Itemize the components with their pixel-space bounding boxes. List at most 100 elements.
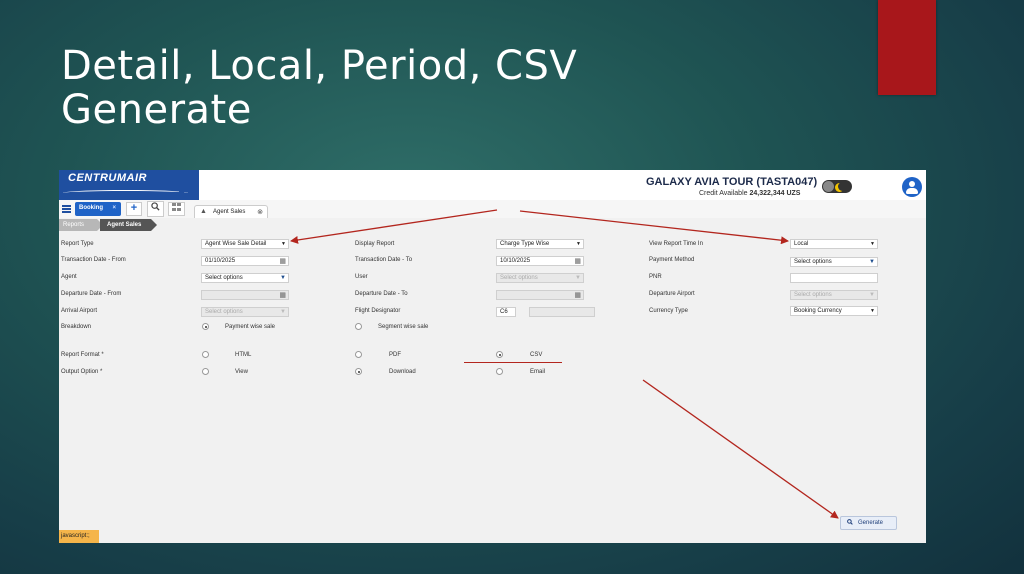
- booking-close-icon[interactable]: ×: [112, 205, 116, 211]
- dep-airport-select[interactable]: Select options ▼: [790, 290, 878, 300]
- flight-designator-code[interactable]: C6: [496, 307, 516, 317]
- format-pdf-radio[interactable]: [355, 351, 362, 358]
- format-html-radio[interactable]: [202, 351, 209, 358]
- dropdown-triangle-icon: ▼: [280, 309, 286, 315]
- output-email-radio[interactable]: [496, 368, 503, 375]
- view-time-value: Local: [794, 241, 809, 247]
- display-report-select[interactable]: Charge Type Wise ▼: [496, 239, 584, 249]
- chevron-down-icon: ▼: [870, 308, 875, 314]
- dep-to-label: Departure Date - To: [355, 291, 408, 297]
- trx-to-label: Transaction Date - To: [355, 257, 413, 263]
- format-csv-radio[interactable]: [496, 351, 503, 358]
- payment-method-select[interactable]: Select options ▼: [790, 257, 878, 267]
- user-value: Select options: [500, 275, 538, 281]
- grid-glyph: [172, 203, 181, 211]
- chevron-down-icon: ▼: [281, 241, 286, 247]
- logo[interactable]: CENTRUMAIR: [59, 170, 199, 200]
- agency-name: GALAXY AVIA TOUR (TASTA047): [646, 176, 818, 188]
- output-download-radio[interactable]: [355, 368, 362, 375]
- output-email-label: Email: [530, 369, 546, 375]
- flight-number-input[interactable]: [529, 307, 595, 317]
- currency-type-select[interactable]: Booking Currency ▼: [790, 306, 878, 316]
- flight-designator-label: Flight Designator: [355, 308, 401, 314]
- currency-type-value: Booking Currency: [794, 308, 842, 314]
- moon-icon: [838, 182, 847, 191]
- output-view-label: View: [235, 369, 248, 375]
- trx-from-label: Transaction Date - From: [61, 257, 126, 263]
- add-button[interactable]: +: [126, 202, 142, 216]
- search-glyph: [151, 202, 160, 211]
- format-html-label: HTML: [235, 352, 252, 358]
- tab-agent-sales-label: Agent Sales: [213, 209, 246, 215]
- trx-to-input[interactable]: 10/10/2025 ▦: [496, 256, 584, 266]
- output-view-radio[interactable]: [202, 368, 209, 375]
- generate-button[interactable]: Generate: [840, 516, 897, 530]
- payment-method-value: Select options: [794, 259, 832, 265]
- logo-swoosh-icon: [63, 190, 188, 196]
- breakdown-payment-label: Payment wise sale: [225, 324, 276, 330]
- slide-title: Detail, Local, Period, CSV Generate: [61, 44, 577, 132]
- hamburger-menu-icon[interactable]: [62, 205, 71, 213]
- calendar-icon[interactable]: ▦: [279, 257, 286, 265]
- pnr-input[interactable]: [790, 273, 878, 283]
- toolbar: [59, 200, 926, 218]
- dep-airport-label: Departure Airport: [649, 291, 695, 297]
- breakdown-label: Breakdown: [61, 324, 92, 330]
- booking-label: Booking: [79, 205, 103, 211]
- pnr-label: PNR: [649, 274, 662, 280]
- calendar-icon[interactable]: ▦: [574, 257, 581, 265]
- user-select[interactable]: Select options ▼: [496, 273, 584, 283]
- tab-close-icon[interactable]: ⊗: [257, 208, 263, 216]
- dep-from-label: Departure Date - From: [61, 291, 122, 297]
- currency-type-label: Currency Type: [649, 308, 688, 314]
- agent-select[interactable]: Select options ▼: [201, 273, 289, 283]
- user-avatar-icon[interactable]: [902, 177, 922, 197]
- search-icon[interactable]: [147, 201, 164, 217]
- breadcrumb-reports[interactable]: Reports: [59, 219, 103, 231]
- booking-button[interactable]: Booking ×: [75, 202, 121, 216]
- display-report-label: Display Report: [355, 241, 395, 247]
- dep-to-input[interactable]: ▦: [496, 290, 584, 300]
- format-csv-label: CSV: [530, 352, 543, 358]
- breakdown-segment-radio[interactable]: [355, 323, 362, 330]
- app-screenshot: CENTRUMAIR GALAXY AVIA TOUR (TASTA047) C…: [59, 170, 926, 543]
- user-head: [909, 181, 915, 187]
- report-format-label: Report Format *: [61, 352, 104, 358]
- app-header: CENTRUMAIR GALAXY AVIA TOUR (TASTA047) C…: [59, 170, 926, 200]
- arr-airport-select[interactable]: Select options ▼: [201, 307, 289, 317]
- logo-text: CENTRUMAIR: [68, 172, 147, 184]
- dropdown-triangle-icon: ▼: [869, 259, 875, 265]
- view-time-label: View Report Time In: [649, 241, 703, 247]
- toggle-knob: [823, 181, 834, 192]
- search-icon: [847, 519, 853, 527]
- report-type-value: Agent Wise Sale Detail: [205, 241, 267, 247]
- payment-method-label: Payment Method: [649, 257, 695, 263]
- csv-highlight-underline: [464, 362, 562, 363]
- output-download-label: Download: [389, 369, 416, 375]
- slide-title-line1: Detail, Local, Period, CSV: [61, 43, 578, 89]
- output-option-label: Output Option *: [61, 369, 103, 375]
- calendar-icon[interactable]: ▦: [279, 291, 286, 299]
- credit-available: Credit Available 24,322,344 UZS: [699, 190, 800, 197]
- breakdown-payment-radio[interactable]: [202, 323, 209, 330]
- agent-value: Select options: [205, 275, 243, 281]
- decorative-red-tab: [878, 0, 936, 95]
- arr-airport-value: Select options: [205, 309, 243, 315]
- credit-label: Credit Available: [699, 190, 748, 197]
- dropdown-triangle-icon: ▼: [869, 292, 875, 298]
- trx-from-input[interactable]: 01/10/2025 ▦: [201, 256, 289, 266]
- dep-airport-value: Select options: [794, 292, 832, 298]
- grid-view-icon[interactable]: [168, 202, 185, 216]
- view-time-select[interactable]: Local ▼: [790, 239, 878, 249]
- report-type-label: Report Type: [61, 241, 94, 247]
- trx-to-value: 10/10/2025: [500, 258, 531, 264]
- report-type-select[interactable]: Agent Wise Sale Detail ▼: [201, 239, 289, 249]
- agent-label: Agent: [61, 274, 77, 280]
- tab-agent-sales[interactable]: ▲ Agent Sales ⊗: [194, 205, 268, 218]
- generate-label: Generate: [858, 520, 884, 526]
- user-label: User: [355, 274, 368, 280]
- dep-from-input[interactable]: ▦: [201, 290, 289, 300]
- credit-value: 24,322,344 UZS: [749, 190, 801, 197]
- calendar-icon[interactable]: ▦: [574, 291, 581, 299]
- theme-toggle[interactable]: [822, 180, 852, 193]
